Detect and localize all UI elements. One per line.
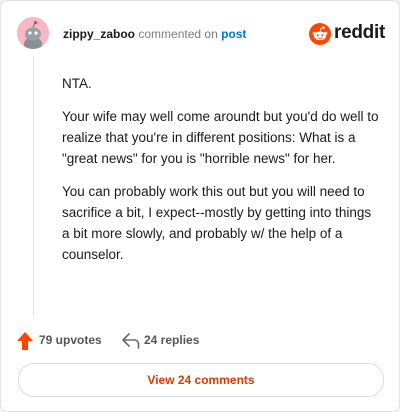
replies-count: 24 replies [144, 333, 200, 347]
embedded-comment-card: zippy_zaboo commented on post reddit NTA… [0, 0, 400, 412]
comment-paragraph: Your wife may well come aroundt but you'… [62, 109, 379, 166]
comment-header: zippy_zaboo commented on post reddit [17, 17, 385, 49]
reddit-logo[interactable]: reddit [309, 21, 385, 47]
commented-on-text: commented on [138, 27, 218, 41]
upvote-count: 79 upvotes [39, 333, 102, 347]
reddit-wordmark: reddit [334, 22, 385, 43]
view-comments-button[interactable]: View 24 comments [18, 363, 384, 397]
comment-paragraph: NTA. [62, 76, 92, 91]
upvote-arrow-icon [17, 332, 33, 350]
reddit-snoo-icon [309, 23, 331, 45]
comment-body: NTA. Your wife may well come aroundt but… [62, 73, 382, 277]
user-avatar[interactable] [17, 17, 49, 49]
thread-line [33, 57, 34, 316]
comment-paragraph: You can probably work this out but you w… [62, 184, 372, 262]
comment-actions: 79 upvotes 24 replies [17, 331, 317, 351]
comment-meta: zippy_zaboo commented on post [63, 26, 246, 42]
post-link[interactable]: post [221, 27, 246, 41]
username-link[interactable]: zippy_zaboo [63, 27, 135, 41]
snoo-avatar-icon [17, 17, 49, 49]
reply-arrow-icon [122, 333, 140, 349]
